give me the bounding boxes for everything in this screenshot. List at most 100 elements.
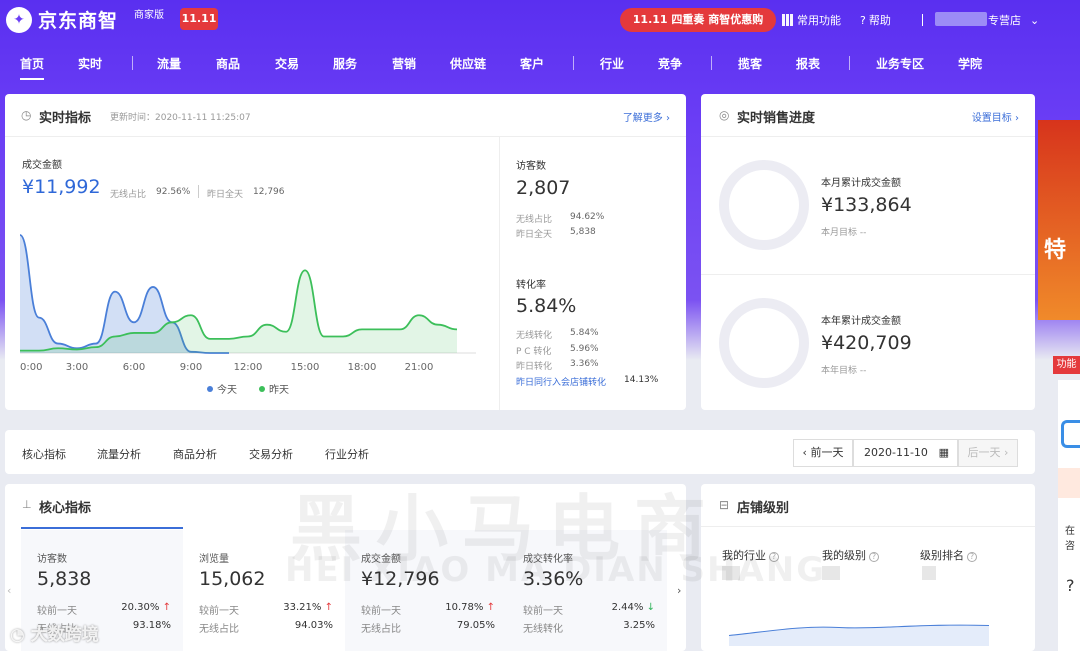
learn-more-link[interactable]: 了解更多 › [623,109,670,124]
help-icon[interactable]: ? [1066,576,1075,595]
visitors-label: 访客数 [516,161,546,172]
edition-label: 商家版 [134,10,164,21]
x-tick-label: 6:00 [123,362,145,373]
nav-marketing[interactable]: 营销 [392,55,416,72]
x-tick-label: 21:00 [405,362,434,373]
sales-progress-card: ◎ 实时销售进度 设置目标 › 本月累计成交金额 ¥133,864 本月目标 -… [701,94,1035,410]
tab-industry[interactable]: 行业分析 [325,446,369,462]
common-functions-button[interactable]: 常用功能 [782,12,841,28]
nav-separator [849,56,850,70]
nav-separator [711,56,712,70]
divider [499,136,500,410]
gmv-wireless-label: 无线占比 [110,190,147,200]
nav-competition[interactable]: 竞争 [658,55,682,72]
divider [5,136,686,137]
store-level-card: ⊟ 店铺级别 [701,484,1035,651]
date-picker[interactable]: 2020-11-10 ▦ [853,439,958,467]
side-function-tab[interactable]: 功能 [1053,356,1080,374]
core-metrics-title: 核心指标 [39,501,92,516]
yesterday-conversion-value: 3.36% [570,359,599,369]
gift-icon[interactable] [1058,468,1080,498]
nav-acquire[interactable]: 揽客 [738,55,762,72]
visitors-wireless-value: 94.62% [570,212,605,222]
nav-customer[interactable]: 客户 [520,55,544,72]
kpi-compare-label: 较前一天 [361,606,401,617]
set-target-link[interactable]: 设置目标 › [972,109,1019,124]
promo-banner-button[interactable]: 11.11 四重奏 商智优惠购 [620,8,776,32]
kpi-share-value: 3.25% [623,620,655,631]
scroll-left-icon[interactable]: ‹ [7,584,11,597]
kpi-label: 成交转化率 [523,554,573,565]
double11-badge[interactable]: 11.11 [180,8,218,30]
nav-business-zone[interactable]: 业务专区 [876,55,924,72]
kpi-card-conversion[interactable]: 成交转化率 3.36% 较前一天 2.44% ↓ 无线转化 3.25% [507,530,667,651]
industry-conversion-link[interactable]: 昨日同行入会店铺转化 [516,375,606,388]
question-icon: ? [967,552,977,562]
kpi-compare-label: 较前一天 [37,606,77,617]
visitors-value: 2,807 [516,177,571,199]
x-tick-label: 15:00 [291,362,320,373]
date-value: 2020-11-10 [864,446,928,459]
kpi-share-value: 79.05% [456,620,495,631]
legend-marker [259,386,265,392]
side-promo-banner[interactable]: 特 [1038,120,1080,320]
nav-trade[interactable]: 交易 [275,55,299,72]
conversion-label: 转化率 [516,280,546,291]
kpi-label: 成交金额 [361,554,401,565]
next-day-button[interactable]: 后一天 › [958,439,1018,467]
nav-home[interactable]: 首页 [20,55,45,80]
month-progress-ring [719,160,809,250]
common-functions-label: 常用功能 [797,14,841,27]
gmv-yesterday-value: 12,796 [253,187,285,197]
realtime-title: 实时指标 [39,111,92,126]
visitors-yesterday-value: 5,838 [570,227,596,237]
nav-service[interactable]: 服务 [333,55,357,72]
divider [701,274,1035,275]
level-rank-label: 级别排名? [920,547,977,563]
nav-traffic[interactable]: 流量 [157,55,181,72]
nav-realtime[interactable]: 实时 [78,55,102,72]
kpi-card-gmv[interactable]: 成交金额 ¥12,796 较前一天 10.78% ↑ 无线占比 79.05% [345,530,507,651]
robot-icon[interactable] [1061,420,1080,448]
question-icon: ? [769,552,779,562]
tab-core[interactable]: 核心指标 [22,446,66,462]
legend-label: 今天 [217,383,237,396]
series-area-1 [20,270,457,353]
nav-industry[interactable]: 行业 [600,55,624,72]
tab-traffic[interactable]: 流量分析 [97,446,141,462]
tab-trade[interactable]: 交易分析 [249,446,293,462]
kpi-compare-value: 10.78% ↑ [445,602,495,613]
kpi-compare-value: 2.44% ↓ [611,602,655,613]
nav-product[interactable]: 商品 [216,55,240,72]
jd-logo-icon: ✦ [6,6,32,33]
visitors-yesterday-label: 昨日全天 [516,230,553,240]
divider [701,526,1035,527]
nav-academy[interactable]: 学院 [958,55,982,72]
kpi-value: 15,062 [199,568,266,590]
conversion-value: 5.84% [516,295,577,317]
divider [701,136,1035,137]
help-button[interactable]: ? 帮助 [860,12,891,28]
update-time: 更新时间：2020-11-11 11:25:07 [110,113,251,123]
my-level-label: 我的级别? [822,547,879,563]
kpi-card-pageviews[interactable]: 浏览量 15,062 较前一天 33.21% ↑ 无线占比 94.03% [183,530,345,651]
nav-supply-chain[interactable]: 供应链 [450,55,486,72]
pc-conversion-value: 5.96% [570,344,599,354]
year-progress-ring [719,298,809,388]
x-tick-label: 3:00 [66,362,88,373]
clock-icon: ◷ [21,108,32,122]
logo[interactable]: ✦ 京东商智 [6,6,118,33]
store-suffix: 专营店 [988,14,1021,27]
store-menu[interactable]: 专营店 ⌄ [988,12,1039,28]
active-tab-indicator [21,527,183,529]
prev-day-button[interactable]: ‹ 前一天 [793,439,853,467]
realtime-chart: 0:00 3:00 6:00 9:00 12:00 15:00 18:00 21:00 今天 昨天 [20,234,476,396]
scroll-right-icon[interactable]: › [677,584,681,597]
tab-product[interactable]: 商品分析 [173,446,217,462]
x-tick-label: 0:00 [20,362,42,373]
store-name-blurred [935,12,987,26]
pc-conversion-label: P C 转化 [516,347,552,357]
nav-reports[interactable]: 报表 [796,55,820,72]
kpi-label: 访客数 [37,554,67,565]
month-gmv-value: ¥133,864 [821,194,912,216]
